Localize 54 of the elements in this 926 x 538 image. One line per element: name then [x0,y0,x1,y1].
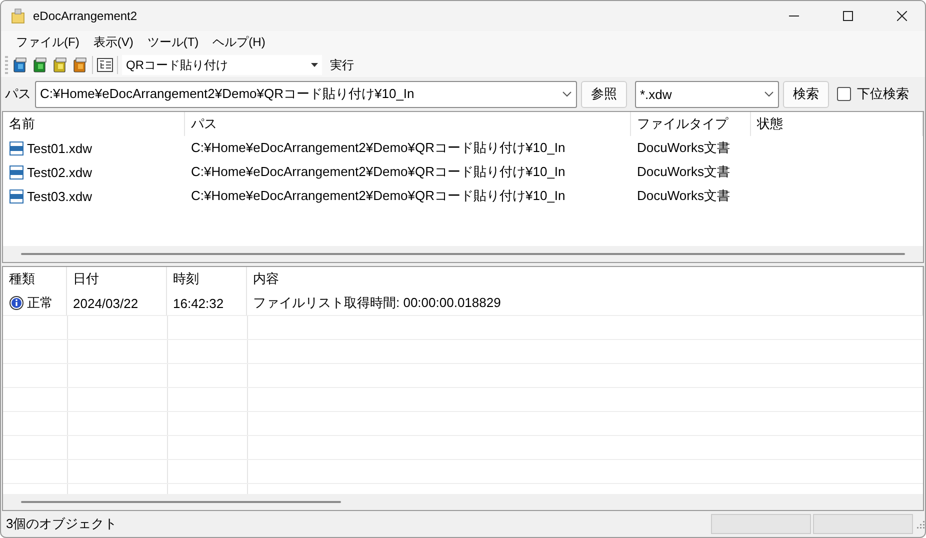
menu-item[interactable]: ファイル(F) [9,32,86,52]
subfolder-checkbox[interactable] [837,87,851,101]
browse-button[interactable]: 参照 [581,80,627,108]
book-icon[interactable] [12,57,28,73]
path-label: パス [5,85,31,103]
folder-icon [11,8,25,24]
close-icon [897,11,907,21]
menu-item[interactable]: ヘルプ(H) [206,32,272,52]
filter-field[interactable]: *.xdw [635,80,779,108]
column-header[interactable]: 時刻 [167,267,247,291]
chevron-down-icon [764,91,774,97]
column-header[interactable]: 内容 [247,267,923,291]
list-view-icon[interactable] [97,58,113,72]
table-cell: Test01.xdw [3,136,185,160]
document-icon [9,140,24,156]
book-icon[interactable] [72,57,88,73]
column-header[interactable]: パス [185,112,631,136]
document-icon [9,164,24,180]
column-header[interactable]: 種類 [3,267,67,291]
column-header[interactable]: 日付 [67,267,167,291]
table-cell-text: DocuWorks文書 [636,187,731,205]
book-icon[interactable] [52,57,68,73]
maximize-icon [843,11,853,21]
action-combo[interactable]: QRコード貼り付け [122,55,322,75]
table-cell-text: DocuWorks文書 [636,139,731,157]
status-text: 3個のオブジェクト [6,515,118,533]
menu-item[interactable]: 表示(V) [86,32,140,52]
table-cell: 2024/03/22 [67,291,167,316]
column-header[interactable]: ファイルタイプ [631,112,751,136]
table-cell-text: C:¥Home¥eDocArrangement2¥Demo¥QRコード貼り付け¥10_In [190,139,566,157]
scrollbar-thumb[interactable] [21,501,341,503]
info-icon [9,296,24,310]
table-cell: 16:42:32 [167,291,247,316]
table-cell-text: C:¥Home¥eDocArrangement2¥Demo¥QRコード貼り付け¥10_In [190,187,566,205]
resize-grip-icon[interactable] [915,519,925,529]
scrollbar-thumb[interactable] [21,253,905,255]
search-button[interactable]: 検索 [783,80,829,108]
run-button[interactable]: 実行 [326,56,358,74]
table-cell: ファイルリスト取得時間: 00:00:00.018829 [247,291,923,316]
document-icon [9,188,24,204]
table-cell-text: DocuWorks文書 [636,163,731,181]
table-cell: Test03.xdw [3,184,185,208]
column-header[interactable]: 状態 [751,112,923,136]
column-header[interactable]: 名前 [3,112,185,136]
checkbox-label: 下位検索 [857,85,909,103]
table-cell: 正常 [3,291,67,316]
book-icon[interactable] [32,57,48,73]
table-cell-text: C:¥Home¥eDocArrangement2¥Demo¥QRコード貼り付け¥10_In [190,163,566,181]
window-title: eDocArrangement2 [33,9,138,23]
menu-item[interactable]: ツール(T) [140,32,206,52]
table-cell: Test02.xdw [3,160,185,184]
chevron-down-icon [562,91,572,97]
path-field[interactable]: C:¥Home¥eDocArrangement2¥Demo¥QRコード貼り付け¥10_In [35,80,577,108]
caret-icon [311,63,318,67]
